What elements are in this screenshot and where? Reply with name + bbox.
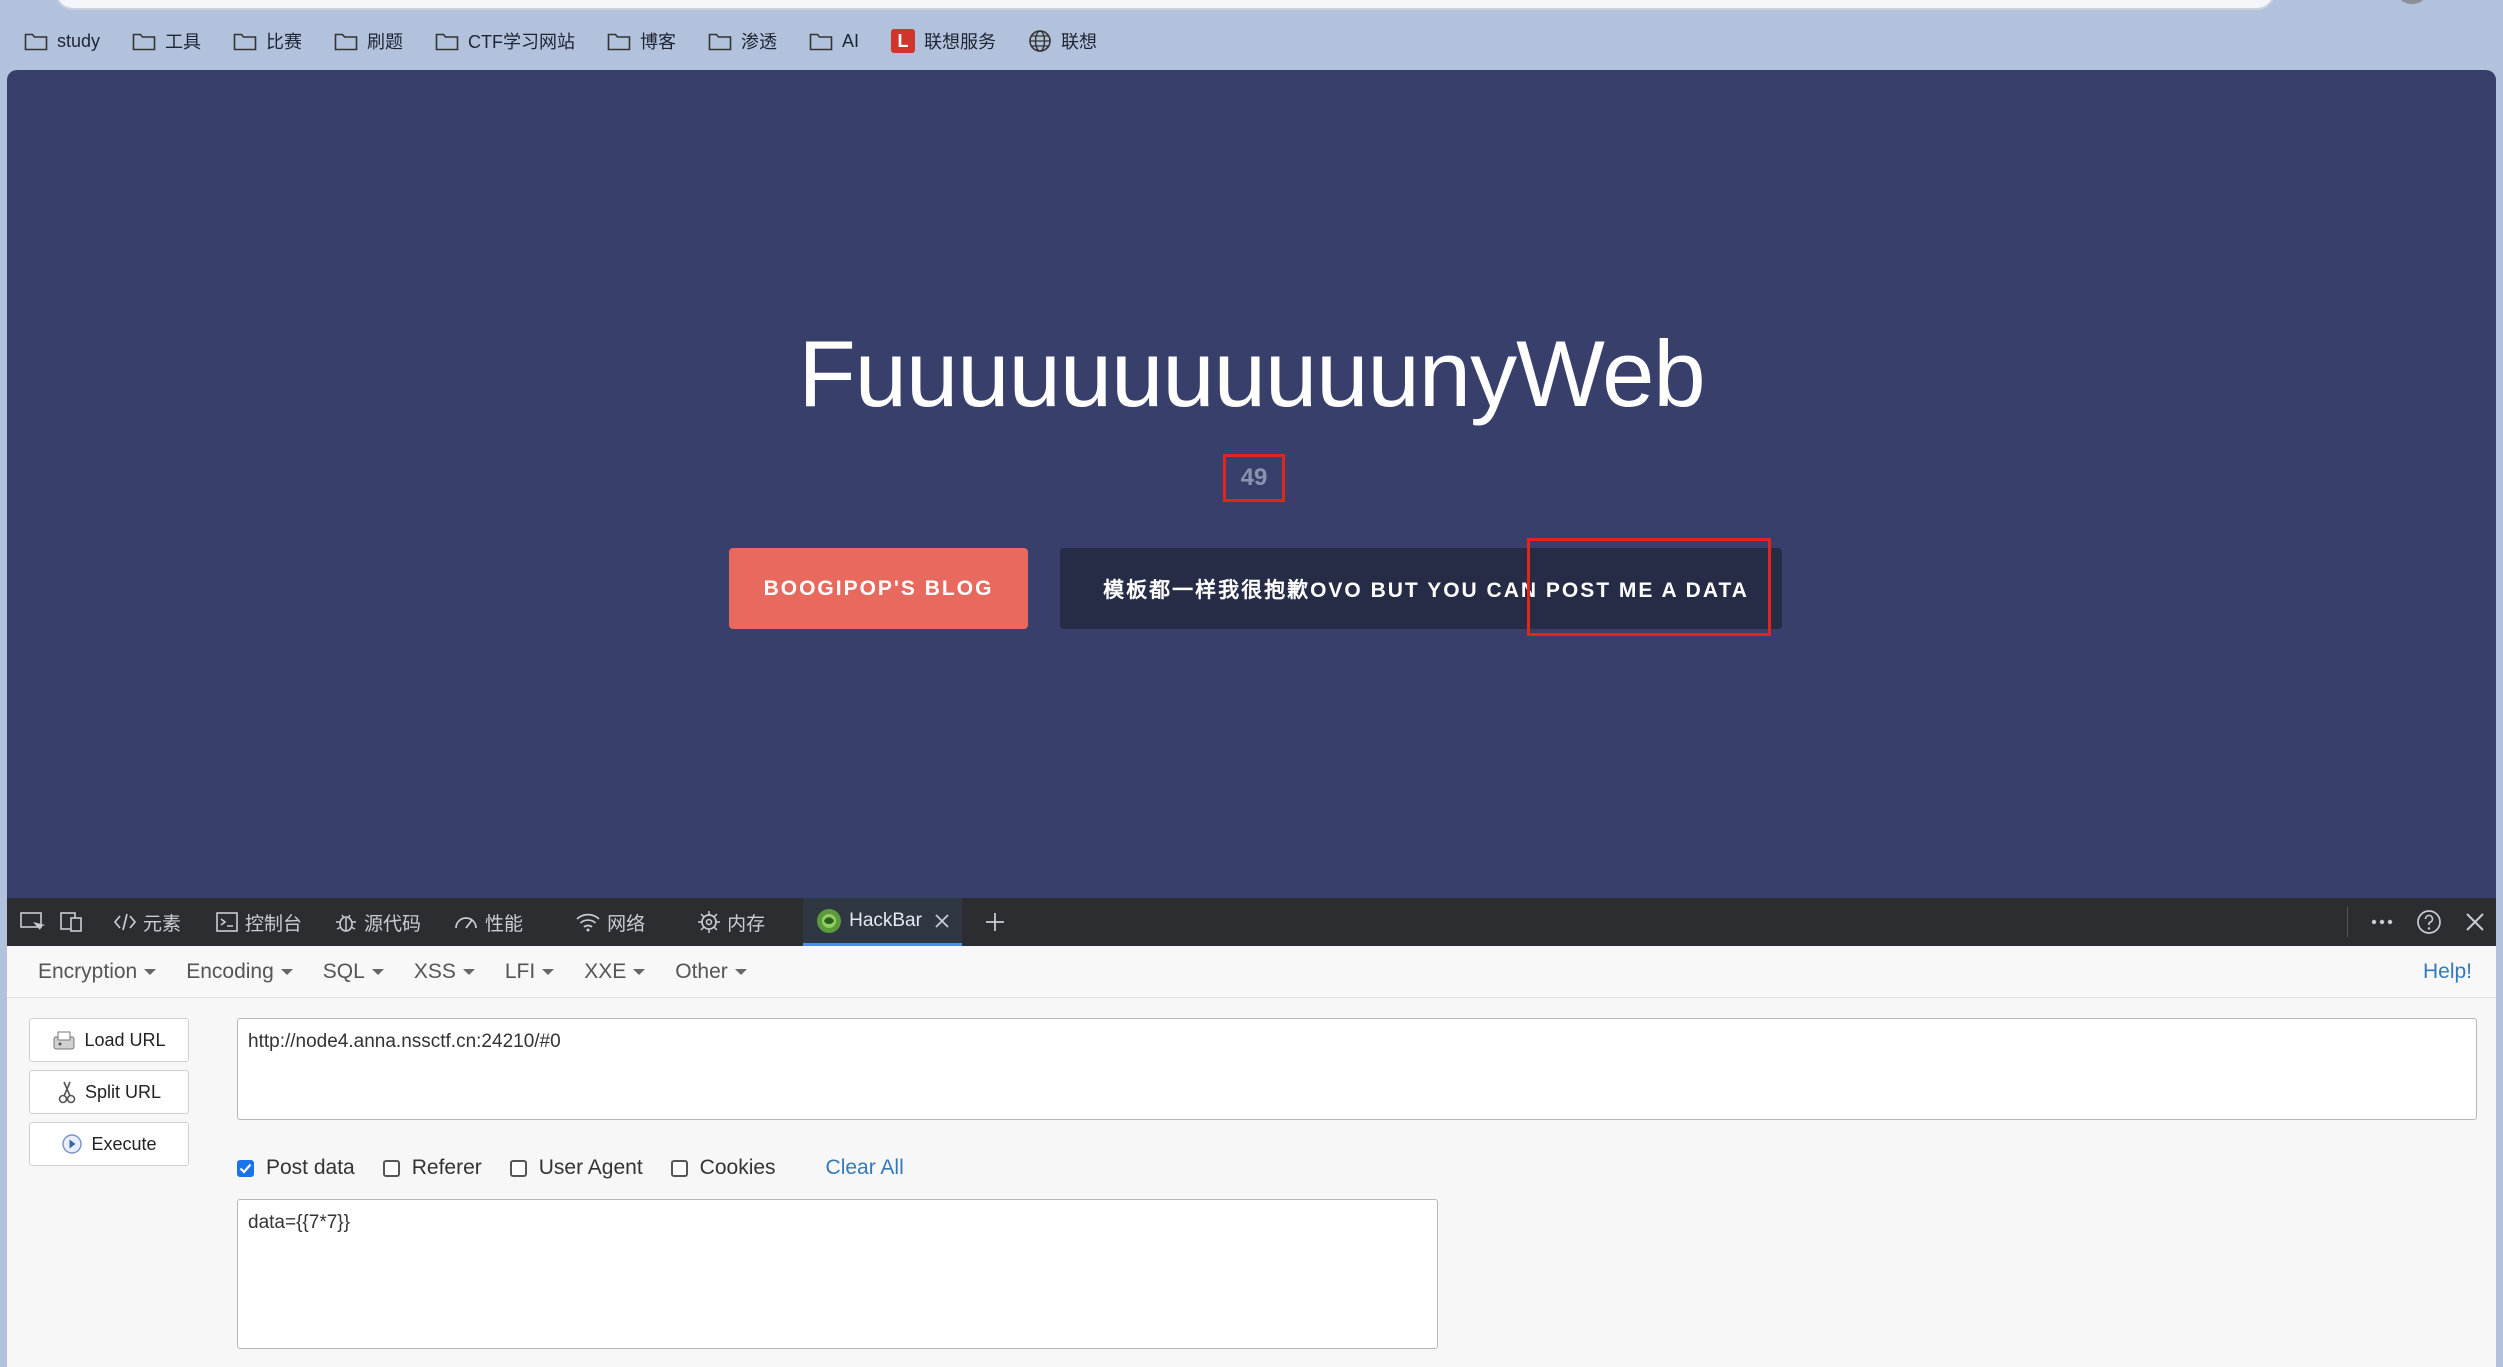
post-data-textarea[interactable]: data={{7*7}} <box>237 1199 1438 1349</box>
devtools-tab-network[interactable]: 网络 <box>575 898 645 946</box>
bookmark-study[interactable]: study <box>24 31 100 52</box>
caret-down-icon <box>734 968 747 975</box>
console-icon <box>215 911 239 933</box>
caret-down-icon <box>462 968 475 975</box>
menu-xxe[interactable]: XXE <box>584 960 646 984</box>
bug-icon <box>334 910 358 934</box>
folder-icon <box>233 31 257 51</box>
devtools-actions <box>2347 898 2486 946</box>
folder-icon <box>708 31 732 51</box>
bookmark-tools[interactable]: 工具 <box>132 28 201 54</box>
close-devtools-icon[interactable] <box>2464 911 2486 933</box>
bookmark-label: 渗透 <box>741 32 778 52</box>
bookmark-label: AI <box>842 30 860 51</box>
bookmark-lenovo[interactable]: 联想 <box>1028 28 1097 54</box>
bookmark-pentest[interactable]: 渗透 <box>708 28 777 54</box>
address-bar[interactable] <box>55 0 2275 10</box>
performance-icon <box>453 912 479 932</box>
url-textarea[interactable]: http://node4.anna.nssctf.cn:24210/#0 <box>237 1018 2477 1120</box>
bookmark-label: study <box>57 30 101 51</box>
referer-checkbox[interactable]: Referer <box>382 1156 482 1180</box>
bookmark-label: 比赛 <box>266 32 303 52</box>
menu-sql[interactable]: SQL <box>323 960 384 984</box>
folder-icon <box>607 31 631 51</box>
result-highlight: 49 <box>1223 454 1285 502</box>
hackbar-panel: Encryption Encoding SQL XSS LFI XXE Othe… <box>7 946 2496 1367</box>
devtools-tab-memory[interactable]: 内存 <box>697 898 765 946</box>
bookmark-label: 工具 <box>165 32 202 52</box>
user-agent-checkbox[interactable]: User Agent <box>509 1156 643 1180</box>
page-title: FuuuuuuuuuuunyWeb <box>798 321 1705 426</box>
caret-down-icon <box>633 968 646 975</box>
bookmark-practice[interactable]: 刷题 <box>334 28 403 54</box>
add-tab-icon[interactable] <box>984 911 1006 933</box>
checkbox-checked-icon <box>237 1159 254 1177</box>
caret-down-icon <box>144 968 157 975</box>
help-icon[interactable] <box>2416 909 2442 935</box>
caret-down-icon <box>542 968 555 975</box>
bookmark-label: 联想服务 <box>924 32 997 52</box>
checkbox-unchecked-icon <box>670 1159 688 1177</box>
folder-icon <box>24 31 48 51</box>
request-options: Post data Referer User Agent Cookies Cle… <box>237 1150 904 1186</box>
clear-all-link[interactable]: Clear All <box>826 1156 904 1180</box>
wifi-icon <box>575 912 601 932</box>
device-toolbar-icon[interactable] <box>59 911 85 933</box>
more-options-icon[interactable] <box>2347 907 2394 937</box>
bookmark-label: 刷题 <box>367 32 404 52</box>
inspect-icon[interactable] <box>19 911 45 933</box>
folder-icon <box>334 31 358 51</box>
post-hint-highlight <box>1527 538 1771 636</box>
checkbox-unchecked-icon <box>509 1159 527 1177</box>
bookmark-contests[interactable]: 比赛 <box>233 28 302 54</box>
profile-avatar[interactable] <box>2398 0 2426 4</box>
menu-other[interactable]: Other <box>675 960 747 984</box>
help-link[interactable]: Help! <box>2423 960 2472 984</box>
bookmark-lenovo-service[interactable]: L 联想服务 <box>891 28 996 54</box>
bookmark-label: CTF学习网站 <box>468 32 576 52</box>
devtools-tab-performance[interactable]: 性能 <box>453 898 523 946</box>
code-icon <box>113 912 137 932</box>
devtools-tab-elements[interactable]: 元素 <box>113 898 181 946</box>
template-result: 49 <box>1240 464 1268 491</box>
globe-icon <box>1028 29 1052 53</box>
bookmark-label: 联想 <box>1061 32 1098 52</box>
bookmark-label: 博客 <box>640 32 677 52</box>
devtools-tab-sources[interactable]: 源代码 <box>334 898 421 946</box>
hackbar-icon <box>815 907 843 935</box>
folder-icon <box>435 31 459 51</box>
memory-icon <box>697 910 721 934</box>
bookmark-blogs[interactable]: 博客 <box>607 28 676 54</box>
menu-encoding[interactable]: Encoding <box>186 960 293 984</box>
execute-button[interactable]: Execute <box>29 1122 189 1166</box>
bookmark-ctf-sites[interactable]: CTF学习网站 <box>435 28 575 54</box>
bookmarks-bar: study 工具 比赛 刷题 CTF学习网站 博客 渗透 AI L 联想服务 联… <box>0 20 2503 62</box>
checkbox-unchecked-icon <box>382 1159 400 1177</box>
bookmark-ai[interactable]: AI <box>809 31 859 52</box>
folder-icon <box>132 31 156 51</box>
menu-xss[interactable]: XSS <box>414 960 475 984</box>
caret-down-icon <box>280 968 293 975</box>
scissors-icon <box>57 1080 77 1104</box>
cookies-checkbox[interactable]: Cookies <box>670 1156 776 1180</box>
browser-window: study 工具 比赛 刷题 CTF学习网站 博客 渗透 AI L 联想服务 联… <box>0 0 2503 1367</box>
page-viewport: FuuuuuuuuuuunyWeb 49 BOOGIPOP'S BLOG 模板都… <box>7 70 2496 898</box>
load-url-button[interactable]: Load URL <box>29 1018 189 1062</box>
play-icon <box>61 1133 83 1155</box>
devtools-tab-hackbar[interactable]: HackBar <box>803 898 962 946</box>
blog-button[interactable]: BOOGIPOP'S BLOG <box>729 548 1028 629</box>
split-url-button[interactable]: Split URL <box>29 1070 189 1114</box>
hackbar-menu: Encryption Encoding SQL XSS LFI XXE Othe… <box>7 946 2496 998</box>
folder-icon <box>809 31 833 51</box>
menu-encryption[interactable]: Encryption <box>38 960 157 984</box>
close-tab-icon[interactable] <box>934 913 950 929</box>
devtools-tabbar: 元素 控制台 源代码 性能 网络 内存 HackBar <box>7 898 2496 946</box>
caret-down-icon <box>371 968 384 975</box>
load-icon <box>52 1029 76 1051</box>
post-data-checkbox[interactable]: Post data <box>237 1156 355 1180</box>
devtools-tab-console[interactable]: 控制台 <box>215 898 302 946</box>
menu-lfi[interactable]: LFI <box>505 960 555 984</box>
lenovo-logo-icon: L <box>891 29 916 53</box>
